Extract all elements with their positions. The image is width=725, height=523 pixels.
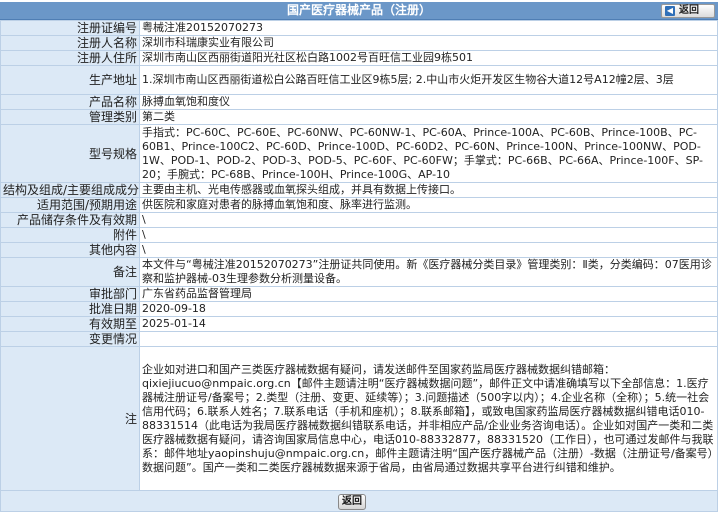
label-storage: 产品储存条件及有效期 bbox=[0, 212, 140, 228]
value-remarks: 本文件与“粤械注准20152070273”注册证共同使用。新《医疗器械分类目录》… bbox=[139, 257, 718, 287]
value-storage: \ bbox=[139, 212, 718, 228]
title-bar: 国产医疗器械产品（注册） ◀ 返回 bbox=[0, 2, 718, 20]
value-other: \ bbox=[139, 242, 718, 258]
label-model-spec: 型号规格 bbox=[0, 124, 140, 183]
row-changes: 变更情况 bbox=[0, 331, 718, 347]
label-changes: 变更情况 bbox=[0, 331, 140, 347]
label-note: 注 bbox=[0, 346, 140, 491]
row-note: 注 企业如对进口和国产三类医疗器械数据有疑问，请发送邮件至国家药监局医疗器械数据… bbox=[0, 346, 718, 491]
label-remarks: 备注 bbox=[0, 257, 140, 287]
label-scope: 适用范围/预期用途 bbox=[0, 197, 140, 213]
label-structure: 结构及组成/主要组成成分 bbox=[0, 182, 140, 198]
detail-page: 国产医疗器械产品（注册） ◀ 返回 注册证编号 粤械注准20152070273 … bbox=[0, 0, 718, 523]
row-product-name: 产品名称 脉搏血氧饱和度仪 bbox=[0, 94, 718, 110]
back-button-bottom[interactable]: 返回 bbox=[338, 494, 366, 510]
footer-bar: 返回 bbox=[0, 490, 718, 512]
label-product-name: 产品名称 bbox=[0, 94, 140, 110]
back-button-top-label: 返回 bbox=[679, 5, 699, 16]
row-other: 其他内容 \ bbox=[0, 242, 718, 258]
label-registrant-address: 注册人住所 bbox=[0, 50, 140, 66]
label-other: 其他内容 bbox=[0, 242, 140, 258]
value-product-name: 脉搏血氧饱和度仪 bbox=[139, 94, 718, 110]
row-remarks: 备注 本文件与“粤械注准20152070273”注册证共同使用。新《医疗器械分类… bbox=[0, 257, 718, 287]
value-attachment: \ bbox=[139, 227, 718, 243]
value-production-address: 1.深圳市南山区西丽街道松白公路百旺信工业区9栋5层; 2.中山市火炬开发区生物… bbox=[139, 65, 718, 95]
registration-info-table: 注册证编号 粤械注准20152070273 注册人名称 深圳市科瑞康实业有限公司… bbox=[0, 20, 718, 491]
label-approval-dept: 审批部门 bbox=[0, 286, 140, 302]
row-model-spec: 型号规格 手指式：PC-60C、PC-60E、PC-60NW、PC-60NW-1… bbox=[0, 124, 718, 183]
value-registrant-address: 深圳市南山区西丽街道阳光社区松白路1002号百旺信工业园9栋501 bbox=[139, 50, 718, 66]
value-note: 企业如对进口和国产三类医疗器械数据有疑问，请发送邮件至国家药监局医疗器械数据纠错… bbox=[139, 346, 718, 491]
label-valid-until: 有效期至 bbox=[0, 316, 140, 332]
value-scope: 供医院和家庭对患者的脉搏血氧饱和度、脉率进行监测。 bbox=[139, 197, 718, 213]
row-attachment: 附件 \ bbox=[0, 227, 718, 243]
row-structure: 结构及组成/主要组成成分 主要由主机、光电传感器或血氧探头组成，并具有数据上传接… bbox=[0, 182, 718, 198]
row-registrant-name: 注册人名称 深圳市科瑞康实业有限公司 bbox=[0, 35, 718, 51]
row-storage: 产品储存条件及有效期 \ bbox=[0, 212, 718, 228]
row-management-class: 管理类别 第二类 bbox=[0, 109, 718, 125]
value-model-spec: 手指式：PC-60C、PC-60E、PC-60NW、PC-60NW-1、PC-6… bbox=[139, 124, 718, 183]
label-management-class: 管理类别 bbox=[0, 109, 140, 125]
label-production-address: 生产地址 bbox=[0, 65, 140, 95]
row-scope: 适用范围/预期用途 供医院和家庭对患者的脉搏血氧饱和度、脉率进行监测。 bbox=[0, 197, 718, 213]
value-management-class: 第二类 bbox=[139, 109, 718, 125]
value-valid-until: 2025-01-14 bbox=[139, 316, 718, 332]
row-registrant-address: 注册人住所 深圳市南山区西丽街道阳光社区松白路1002号百旺信工业园9栋501 bbox=[0, 50, 718, 66]
value-structure: 主要由主机、光电传感器或血氧探头组成，并具有数据上传接口。 bbox=[139, 182, 718, 198]
value-approval-date: 2020-09-18 bbox=[139, 301, 718, 317]
label-registration-number: 注册证编号 bbox=[0, 20, 140, 36]
value-registration-number: 粤械注准20152070273 bbox=[139, 20, 718, 36]
label-registrant-name: 注册人名称 bbox=[0, 35, 140, 51]
label-attachment: 附件 bbox=[0, 227, 140, 243]
value-registrant-name: 深圳市科瑞康实业有限公司 bbox=[139, 35, 718, 51]
back-arrow-icon: ◀ bbox=[665, 6, 675, 16]
row-production-address: 生产地址 1.深圳市南山区西丽街道松白公路百旺信工业区9栋5层; 2.中山市火炬… bbox=[0, 65, 718, 95]
row-valid-until: 有效期至 2025-01-14 bbox=[0, 316, 718, 332]
back-button-top[interactable]: ◀ 返回 bbox=[661, 4, 715, 18]
row-approval-date: 批准日期 2020-09-18 bbox=[0, 301, 718, 317]
label-approval-date: 批准日期 bbox=[0, 301, 140, 317]
value-changes bbox=[139, 331, 718, 347]
row-approval-dept: 审批部门 广东省药品监督管理局 bbox=[0, 286, 718, 302]
value-approval-dept: 广东省药品监督管理局 bbox=[139, 286, 718, 302]
row-registration-number: 注册证编号 粤械注准20152070273 bbox=[0, 20, 718, 36]
page-title: 国产医疗器械产品（注册） bbox=[286, 3, 431, 17]
